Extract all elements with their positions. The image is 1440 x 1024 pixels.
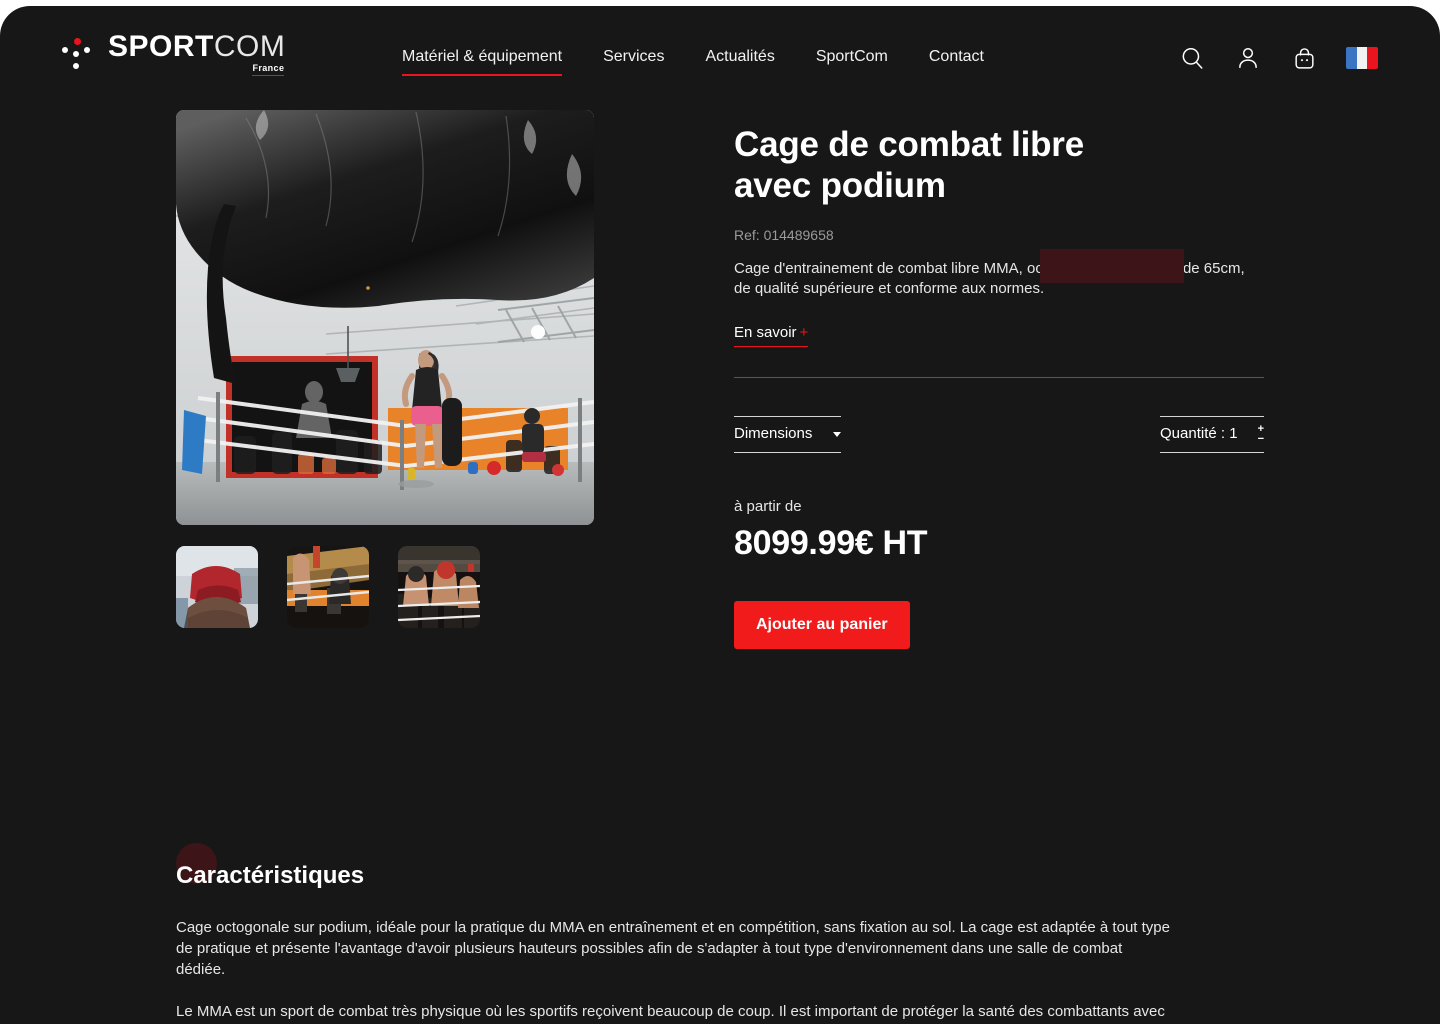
features-paragraph-1: Cage octogonale sur podium, idéale pour … — [176, 919, 1170, 978]
brand-logo[interactable]: SPORT COM France — [60, 30, 286, 76]
quantity-decrease-button[interactable]: − — [1258, 434, 1264, 445]
france-flag-icon[interactable] — [1346, 47, 1378, 69]
price-prefix: à partir de — [734, 498, 802, 515]
page-canvas: SPORT COM France Matériel & équipement Se… — [0, 6, 1440, 1024]
shopping-bag-icon[interactable] — [1290, 44, 1318, 72]
nav-item-actualites[interactable]: Actualités — [705, 46, 774, 76]
nav-item-sportcom[interactable]: SportCom — [816, 46, 888, 76]
dimensions-label: Dimensions — [734, 425, 813, 442]
product-gallery — [176, 110, 594, 628]
learn-more-link[interactable]: En savoir + — [734, 323, 809, 347]
add-to-cart-button[interactable]: Ajouter au panier — [734, 601, 910, 649]
nav-item-materiel-equipement[interactable]: Matériel & équipement — [402, 46, 563, 76]
product-hero-image[interactable] — [176, 110, 594, 525]
user-icon[interactable] — [1234, 44, 1262, 72]
thumbnail-1[interactable] — [176, 546, 258, 628]
product-options: Dimensions Quantité : 1 + − — [734, 416, 1264, 453]
chevron-down-icon — [833, 431, 841, 437]
thumbnail-strip — [176, 546, 594, 628]
dimensions-select[interactable]: Dimensions — [734, 416, 841, 453]
brand-word-thin: COM — [213, 30, 286, 63]
learn-more-plus-icon: + — [799, 324, 809, 341]
header-actions — [1178, 44, 1378, 72]
features-title: Caractéristiques — [176, 862, 365, 889]
product-info: Cage de combat libre avec podium Ref: 01… — [734, 124, 1264, 649]
features-paragraph-2: Le MMA est un sport de combat très physi… — [176, 1003, 1165, 1020]
price-block: à partir de 8099.99€ HT — [734, 497, 1264, 563]
thumbnail-2[interactable] — [287, 546, 369, 628]
brand-wordmark: SPORT COM France — [108, 30, 286, 76]
features-section: Caractéristiques Cage octogonale sur pod… — [176, 843, 1176, 1024]
main-navigation: Matériel & équipement Services Actualité… — [402, 46, 984, 76]
product-price: 8099.99€ HT — [734, 524, 928, 562]
quantity-label: Quantité : 1 — [1160, 425, 1238, 442]
title-decoration-block — [1040, 249, 1184, 283]
thumbnail-3[interactable] — [398, 546, 480, 628]
product-title-wrap: Cage de combat libre avec podium — [734, 124, 1264, 283]
quantity-increase-button[interactable]: + — [1258, 424, 1264, 435]
site-header: SPORT COM France Matériel & équipement Se… — [0, 6, 1440, 110]
dot-cluster-icon — [60, 36, 94, 72]
brand-sublabel: France — [252, 64, 285, 76]
stepper-controls: + − — [1258, 424, 1264, 445]
product-reference: Ref: 014489658 — [734, 227, 834, 243]
quantity-stepper[interactable]: Quantité : 1 + − — [1160, 416, 1264, 453]
section-divider — [734, 377, 1264, 378]
learn-more-label: En savoir — [734, 324, 797, 341]
nav-item-services[interactable]: Services — [603, 46, 664, 76]
page-title: Cage de combat libre avec podium — [734, 125, 1084, 205]
nav-item-contact[interactable]: Contact — [929, 46, 984, 76]
brand-word-bold: SPORT — [108, 30, 214, 63]
search-icon[interactable] — [1178, 44, 1206, 72]
